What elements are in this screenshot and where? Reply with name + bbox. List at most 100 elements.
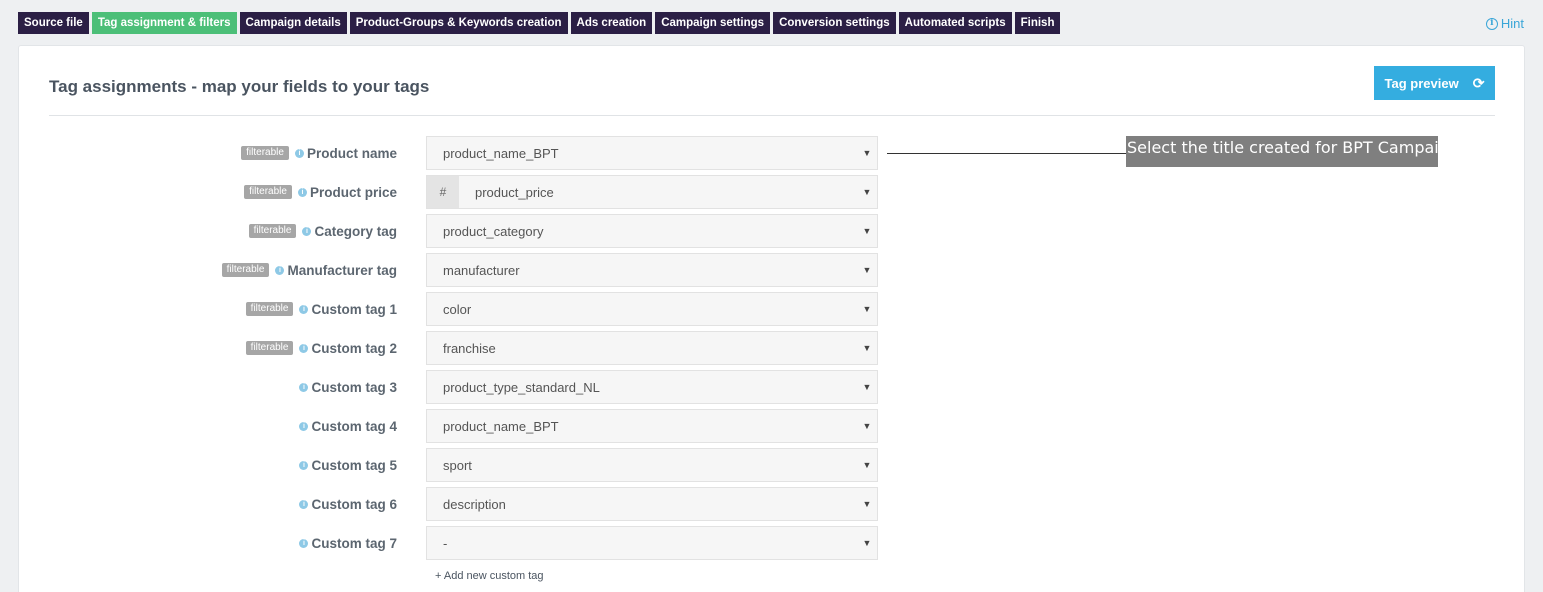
field-label: Custom tag 2 — [311, 340, 397, 356]
tag-row-label-group: i Custom tag 4 — [299, 409, 397, 443]
filterable-badge: filterable — [245, 302, 294, 316]
hint-label: Hint — [1500, 16, 1524, 31]
select-value: product_type_standard_NL — [443, 379, 600, 395]
select-value: description — [443, 496, 506, 512]
filterable-badge: filterable — [248, 224, 297, 238]
info-icon[interactable]: i — [299, 421, 309, 431]
tag-preview-label: Tag preview — [1384, 75, 1459, 91]
tab-campaign-settings[interactable]: Campaign settings — [655, 12, 771, 34]
tag-row-label-group: filterable i Manufacturer tag — [221, 253, 397, 287]
info-icon: i — [1485, 17, 1498, 30]
field-label: Custom tag 4 — [311, 418, 397, 434]
select-value: manufacturer — [443, 262, 520, 278]
tag-row: filterable i Custom tag 1 color ▼ — [19, 292, 879, 326]
select-value: product_price — [475, 184, 554, 200]
info-icon[interactable]: i — [299, 304, 309, 314]
tab-source-file[interactable]: Source file — [18, 12, 89, 34]
field-select[interactable]: # product_price ▼ — [426, 175, 878, 209]
hint-link[interactable]: i Hint — [1485, 16, 1524, 31]
field-select[interactable]: product_category ▼ — [426, 214, 878, 248]
field-label: Custom tag 7 — [311, 535, 397, 551]
tag-row: filterable i Category tag product_category ▼ — [19, 214, 879, 248]
tag-row: i Custom tag 4 product_name_BPT ▼ — [19, 409, 879, 443]
field-label: Custom tag 1 — [311, 301, 397, 317]
tag-row: filterable i Product price # product_price ▼ — [19, 175, 879, 209]
field-label: Product price — [309, 184, 397, 200]
info-icon[interactable]: i — [299, 499, 309, 509]
field-select[interactable]: color ▼ — [426, 292, 878, 326]
tab-tag-assignment-filters[interactable]: Tag assignment & filters — [91, 12, 237, 34]
caret-down-icon: ▼ — [862, 382, 872, 392]
tag-row: i Custom tag 3 product_type_standard_NL ▼ — [19, 370, 879, 404]
field-select[interactable]: product_type_standard_NL ▼ — [426, 370, 878, 404]
caret-down-icon: ▼ — [862, 499, 872, 509]
caret-down-icon: ▼ — [862, 265, 872, 275]
select-value: product_name_BPT — [443, 418, 559, 434]
filterable-badge: filterable — [241, 146, 289, 160]
tag-row-label-group: filterable i Custom tag 2 — [245, 331, 397, 365]
tag-row: filterable i Manufacturer tag manufacturer ▼ — [19, 253, 879, 287]
info-icon[interactable]: i — [299, 382, 309, 392]
wizard-tabs: Source file Tag assignment & filters Campa… — [18, 12, 1061, 34]
select-value: color — [443, 301, 472, 317]
divider — [49, 115, 1495, 116]
select-value: product_category — [443, 223, 544, 239]
tag-row: i Custom tag 5 sport ▼ — [19, 448, 879, 482]
filterable-badge: filterable — [245, 341, 294, 355]
tag-row: filterable i Custom tag 2 franchise ▼ — [19, 331, 879, 365]
tag-row-label-group: i Custom tag 5 — [299, 448, 397, 482]
caret-down-icon: ▼ — [862, 460, 872, 470]
tab-ads-creation[interactable]: Ads creation — [570, 12, 653, 34]
caret-down-icon: ▼ — [862, 343, 872, 353]
info-icon[interactable]: i — [302, 226, 312, 236]
select-value: sport — [443, 457, 472, 473]
field-label: Custom tag 3 — [311, 379, 397, 395]
tab-finish[interactable]: Finish — [1014, 12, 1061, 34]
field-select[interactable]: manufacturer ▼ — [426, 253, 878, 287]
tag-row-label-group: filterable i Product name — [241, 136, 397, 170]
tab-automated-scripts[interactable]: Automated scripts — [898, 12, 1012, 34]
tab-conversion-settings[interactable]: Conversion settings — [773, 12, 896, 34]
field-select[interactable]: sport ▼ — [426, 448, 878, 482]
field-label: Custom tag 6 — [311, 496, 397, 512]
tag-preview-button[interactable]: Tag preview ⟳ — [1374, 66, 1495, 100]
caret-down-icon: ▼ — [862, 226, 872, 236]
field-select[interactable]: product_name_BPT ▼ — [426, 136, 878, 170]
field-select[interactable]: franchise ▼ — [426, 331, 878, 365]
caret-down-icon: ▼ — [862, 187, 872, 197]
tab-campaign-details[interactable]: Campaign details — [239, 12, 347, 34]
tag-row: i Custom tag 7 - ▼ — [19, 526, 879, 560]
info-icon[interactable]: i — [297, 187, 307, 197]
info-icon[interactable]: i — [299, 460, 309, 470]
info-icon[interactable]: i — [299, 343, 309, 353]
tag-row-label-group: i Custom tag 7 — [299, 526, 397, 560]
select-value: product_name_BPT — [443, 145, 559, 161]
caret-down-icon: ▼ — [862, 421, 872, 431]
caret-down-icon: ▼ — [862, 148, 872, 158]
annotation-line — [887, 153, 1127, 154]
refresh-icon: ⟳ — [1472, 74, 1485, 91]
page-title: Tag assignments - map your fields to you… — [49, 77, 430, 96]
field-select[interactable]: product_name_BPT ▼ — [426, 409, 878, 443]
filterable-badge: filterable — [221, 263, 270, 277]
tag-row-label-group: i Custom tag 3 — [299, 370, 397, 404]
numeric-prefix: # — [427, 176, 459, 208]
caret-down-icon: ▼ — [862, 304, 872, 314]
info-icon[interactable]: i — [275, 265, 285, 275]
info-icon[interactable]: i — [299, 538, 309, 548]
add-custom-tag-link[interactable]: + Add new custom tag — [435, 570, 544, 582]
tag-row: i Custom tag 6 description ▼ — [19, 487, 879, 521]
field-select[interactable]: - ▼ — [426, 526, 878, 560]
info-icon[interactable]: i — [294, 148, 304, 158]
select-value: franchise — [443, 340, 496, 356]
field-label: Product name — [306, 145, 397, 161]
select-value: - — [443, 535, 448, 551]
tag-row-label-group: filterable i Custom tag 1 — [245, 292, 397, 326]
tag-row-label-group: filterable i Product price — [244, 175, 397, 209]
field-label: Category tag — [314, 223, 397, 239]
annotation-callout: Select the title created for BPT Campaig… — [1126, 136, 1459, 167]
filterable-badge: filterable — [244, 185, 292, 199]
tab-product-groups-keywords-creation[interactable]: Product-Groups & Keywords creation — [349, 12, 568, 34]
tag-row-label-group: filterable i Category tag — [248, 214, 397, 248]
field-select[interactable]: description ▼ — [426, 487, 878, 521]
